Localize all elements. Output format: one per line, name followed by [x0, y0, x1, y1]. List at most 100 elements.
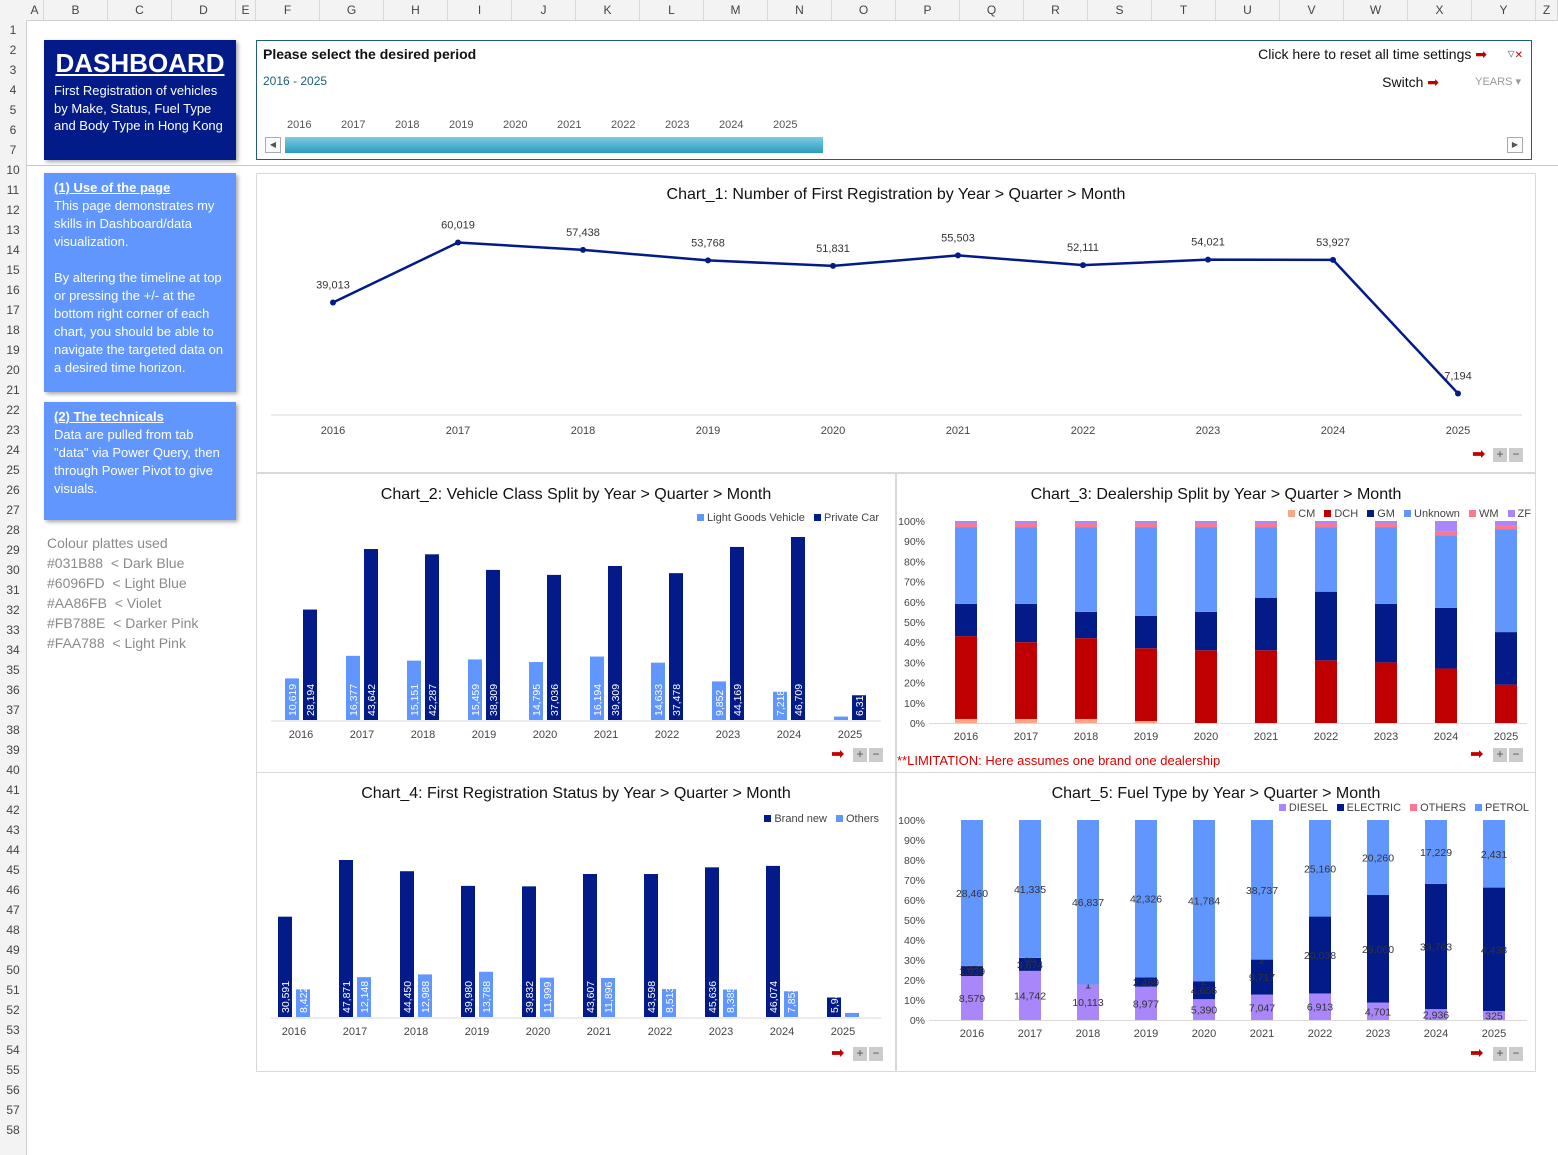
row-header-cell[interactable]: 14 — [0, 240, 26, 260]
timeline-year[interactable]: 2020 — [503, 119, 527, 131]
row-header-cell[interactable]: 44 — [0, 840, 26, 860]
timeline-year[interactable]: 2024 — [719, 119, 743, 131]
row-header-cell[interactable]: 49 — [0, 940, 26, 960]
column-header-cell[interactable]: I — [448, 0, 512, 20]
row-header-cell[interactable]: 26 — [0, 480, 26, 500]
timeline-slicer[interactable]: Please select the desired period 2016 - … — [256, 40, 1532, 160]
column-header-cell[interactable]: V — [1280, 0, 1344, 20]
column-header-cell[interactable]: Z — [1536, 0, 1558, 20]
collapse-button[interactable]: − — [869, 1047, 883, 1061]
column-header-cell[interactable]: O — [832, 0, 896, 20]
row-header-cell[interactable]: 18 — [0, 320, 26, 340]
row-header-cell[interactable]: 48 — [0, 920, 26, 940]
column-header-cell[interactable]: B — [44, 0, 108, 20]
row-header-cell[interactable]: 28 — [0, 520, 26, 540]
timeline-year[interactable]: 2021 — [557, 119, 581, 131]
expand-button[interactable]: + — [1493, 448, 1507, 462]
column-header-cell[interactable]: S — [1088, 0, 1152, 20]
row-header-cell[interactable]: 51 — [0, 980, 26, 1000]
row-header-cell[interactable]: 41 — [0, 780, 26, 800]
row-header-cell[interactable]: 58 — [0, 1120, 26, 1140]
collapse-button[interactable]: − — [1509, 448, 1523, 462]
row-header-cell[interactable]: 36 — [0, 680, 26, 700]
row-header-cell[interactable]: 56 — [0, 1080, 26, 1100]
row-header-cell[interactable]: 22 — [0, 400, 26, 420]
timeline-scroll-right[interactable]: ▶ — [1507, 137, 1523, 153]
row-header-cell[interactable]: 54 — [0, 1040, 26, 1060]
row-header-cell[interactable]: 25 — [0, 460, 26, 480]
row-header-cell[interactable]: 4 — [0, 80, 26, 100]
column-header-cell[interactable]: Q — [960, 0, 1024, 20]
expand-button[interactable]: + — [1493, 748, 1507, 762]
row-header-cell[interactable]: 46 — [0, 880, 26, 900]
row-header-cell[interactable]: 12 — [0, 200, 26, 220]
column-header-cell[interactable]: L — [640, 0, 704, 20]
row-header-cell[interactable]: 31 — [0, 580, 26, 600]
row-header-cell[interactable]: 2 — [0, 40, 26, 60]
collapse-button[interactable]: − — [869, 748, 883, 762]
column-header-cell[interactable]: P — [896, 0, 960, 20]
row-header-cell[interactable]: 21 — [0, 380, 26, 400]
row-header-cell[interactable]: 32 — [0, 600, 26, 620]
row-header-cell[interactable]: 11 — [0, 180, 26, 200]
row-header-cell[interactable]: 19 — [0, 340, 26, 360]
expand-button[interactable]: + — [853, 1047, 867, 1061]
column-header-cell[interactable]: H — [384, 0, 448, 20]
row-header-cell[interactable]: 3 — [0, 60, 26, 80]
row-header-cell[interactable]: 16 — [0, 280, 26, 300]
column-header-cell[interactable]: J — [512, 0, 576, 20]
timeline-year[interactable]: 2023 — [665, 119, 689, 131]
row-header-cell[interactable]: 1 — [0, 20, 26, 40]
clear-filter-icon[interactable]: ▿✕ — [1508, 45, 1523, 62]
expand-button[interactable]: + — [853, 748, 867, 762]
row-header-cell[interactable]: 15 — [0, 260, 26, 280]
column-header-cell[interactable]: R — [1024, 0, 1088, 20]
timeline-year[interactable]: 2017 — [341, 119, 365, 131]
column-header-cell[interactable]: Y — [1472, 0, 1536, 20]
column-header-cell[interactable]: G — [320, 0, 384, 20]
row-header-cell[interactable]: 7 — [0, 140, 26, 160]
row-header-cell[interactable]: 53 — [0, 1020, 26, 1040]
column-header-cell[interactable]: D — [172, 0, 236, 20]
row-header-cell[interactable]: 10 — [0, 160, 26, 180]
timeline-selection-bar[interactable] — [285, 137, 823, 153]
collapse-button[interactable]: − — [1509, 748, 1523, 762]
row-header-cell[interactable]: 6 — [0, 120, 26, 140]
row-header-cell[interactable]: 20 — [0, 360, 26, 380]
row-header-cell[interactable]: 37 — [0, 700, 26, 720]
row-header-cell[interactable]: 29 — [0, 540, 26, 560]
switch-button[interactable]: Switch ➡ — [1382, 74, 1439, 91]
row-header-cell[interactable]: 42 — [0, 800, 26, 820]
timeline-year[interactable]: 2022 — [611, 119, 635, 131]
row-header-cell[interactable]: 17 — [0, 300, 26, 320]
expand-button[interactable]: + — [1493, 1047, 1507, 1061]
column-header-cell[interactable]: T — [1152, 0, 1216, 20]
row-header-cell[interactable]: 38 — [0, 720, 26, 740]
row-header-cell[interactable]: 43 — [0, 820, 26, 840]
row-header-cell[interactable]: 33 — [0, 620, 26, 640]
row-header-cell[interactable]: 5 — [0, 100, 26, 120]
column-header-cell[interactable]: X — [1408, 0, 1472, 20]
row-header-cell[interactable]: 34 — [0, 640, 26, 660]
row-header-cell[interactable]: 52 — [0, 1000, 26, 1020]
row-header-cell[interactable]: 57 — [0, 1100, 26, 1120]
timeline-year[interactable]: 2019 — [449, 119, 473, 131]
reset-time-settings[interactable]: Click here to reset all time settings ➡ — [1258, 46, 1487, 63]
row-header-cell[interactable]: 23 — [0, 420, 26, 440]
timeline-year[interactable]: 2025 — [773, 119, 797, 131]
row-header-cell[interactable]: 13 — [0, 220, 26, 240]
column-header-cell[interactable]: W — [1344, 0, 1408, 20]
timeline-year[interactable]: 2016 — [287, 119, 311, 131]
row-header-cell[interactable]: 40 — [0, 760, 26, 780]
row-header-cell[interactable]: 24 — [0, 440, 26, 460]
column-header-cell[interactable]: M — [704, 0, 768, 20]
column-header-cell[interactable]: N — [768, 0, 832, 20]
column-header-cell[interactable]: K — [576, 0, 640, 20]
timeline-year[interactable]: 2018 — [395, 119, 419, 131]
column-header-cell[interactable]: U — [1216, 0, 1280, 20]
column-header-cell[interactable]: F — [256, 0, 320, 20]
row-header-cell[interactable]: 27 — [0, 500, 26, 520]
row-header-cell[interactable]: 50 — [0, 960, 26, 980]
row-header-cell[interactable]: 55 — [0, 1060, 26, 1080]
time-level-dropdown[interactable]: YEARS ▾ — [1475, 75, 1521, 88]
